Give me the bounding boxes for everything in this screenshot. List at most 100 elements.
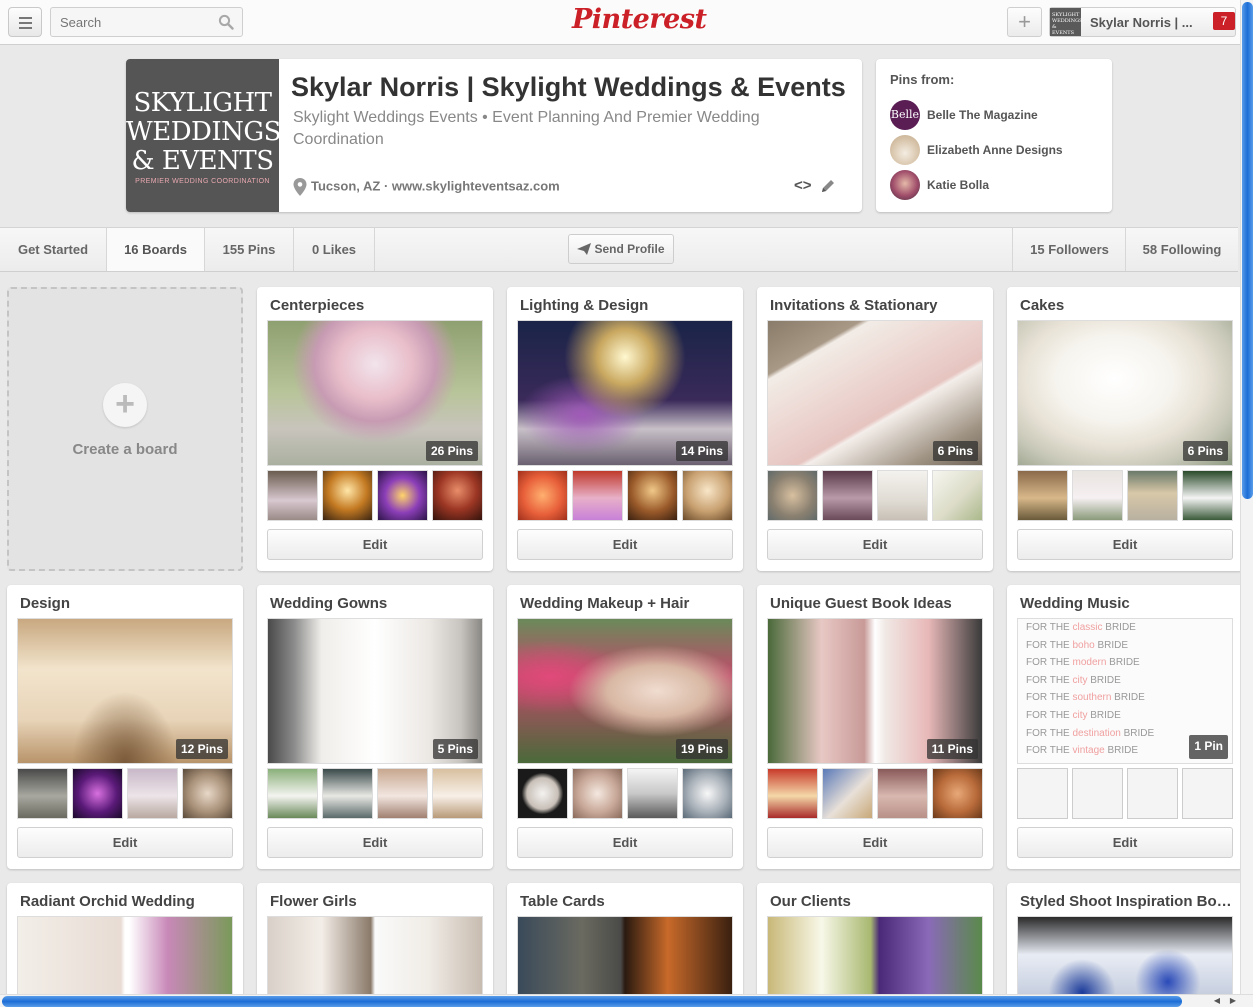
location-text[interactable]: Tucson, AZ · www.skylighteventsaz.com bbox=[311, 178, 560, 193]
send-profile-button[interactable]: Send Profile bbox=[568, 234, 674, 264]
pinterest-logo[interactable]: Pinterest bbox=[572, 4, 707, 35]
board-cover-image[interactable]: 26 Pins bbox=[267, 320, 483, 466]
board-title[interactable]: Invitations & Stationary bbox=[770, 297, 982, 314]
board-thumbnail[interactable] bbox=[517, 768, 568, 819]
edit-board-button[interactable]: Edit bbox=[517, 529, 733, 560]
board-card[interactable]: Table Cards bbox=[507, 883, 743, 1007]
board-title[interactable]: Radiant Orchid Wedding bbox=[20, 893, 232, 910]
board-card[interactable]: Unique Guest Book Ideas 11 Pins Edit bbox=[757, 585, 993, 869]
board-cover-image[interactable]: 12 Pins bbox=[17, 618, 233, 764]
edit-board-button[interactable]: Edit bbox=[17, 827, 233, 858]
board-thumbnail[interactable] bbox=[17, 768, 68, 819]
board-title[interactable]: Wedding Gowns bbox=[270, 595, 482, 612]
board-thumbnail[interactable] bbox=[432, 768, 483, 819]
board-title[interactable]: Wedding Makeup + Hair bbox=[520, 595, 732, 612]
board-thumbnail[interactable] bbox=[932, 768, 983, 819]
menu-button[interactable] bbox=[8, 7, 42, 37]
board-card[interactable]: Radiant Orchid Wedding bbox=[7, 883, 243, 1007]
board-thumbnail[interactable] bbox=[377, 470, 428, 521]
board-cover-image[interactable]: 6 Pins bbox=[767, 320, 983, 466]
tab-get-started[interactable]: Get Started bbox=[0, 228, 107, 271]
board-card[interactable]: Lighting & Design 14 Pins Edit bbox=[507, 287, 743, 571]
board-thumbnail[interactable] bbox=[627, 768, 678, 819]
edit-board-button[interactable]: Edit bbox=[767, 529, 983, 560]
board-card[interactable]: Invitations & Stationary 6 Pins Edit bbox=[757, 287, 993, 571]
board-thumbnail[interactable] bbox=[1017, 470, 1068, 521]
scroll-left-icon[interactable]: ◀ bbox=[1210, 995, 1224, 1007]
board-card[interactable]: Wedding Music FOR THE classic BRIDE FOR T… bbox=[1007, 585, 1243, 869]
board-thumbnail[interactable] bbox=[322, 470, 373, 521]
tab-followers[interactable]: 15 Followers bbox=[1012, 228, 1126, 271]
board-cover-image[interactable]: 6 Pins bbox=[1017, 320, 1233, 466]
edit-board-button[interactable]: Edit bbox=[767, 827, 983, 858]
board-thumbnail[interactable] bbox=[572, 470, 623, 521]
board-thumbnail[interactable] bbox=[432, 470, 483, 521]
board-thumbnail[interactable] bbox=[1072, 470, 1123, 521]
board-card[interactable]: Flower Girls bbox=[257, 883, 493, 1007]
board-thumbnail[interactable] bbox=[877, 470, 928, 521]
board-title[interactable]: Our Clients bbox=[770, 893, 982, 910]
scrollbar-thumb[interactable] bbox=[2, 996, 1182, 1007]
search-input[interactable] bbox=[51, 8, 211, 36]
tab-following[interactable]: 58 Following bbox=[1125, 228, 1238, 271]
board-title[interactable]: Table Cards bbox=[520, 893, 732, 910]
board-thumbnail[interactable] bbox=[1127, 470, 1178, 521]
board-thumbnail[interactable] bbox=[72, 768, 123, 819]
board-card[interactable]: Cakes 6 Pins Edit bbox=[1007, 287, 1243, 571]
board-thumbnail[interactable] bbox=[377, 768, 428, 819]
board-thumbnail[interactable] bbox=[822, 470, 873, 521]
board-cover-image[interactable]: 5 Pins bbox=[267, 618, 483, 764]
edit-board-button[interactable]: Edit bbox=[517, 827, 733, 858]
board-thumbnail[interactable] bbox=[267, 470, 318, 521]
create-board-tile[interactable]: + Create a board bbox=[7, 287, 243, 571]
board-thumbnail[interactable] bbox=[767, 768, 818, 819]
board-cover-image[interactable]: 19 Pins bbox=[517, 618, 733, 764]
board-title[interactable]: Wedding Music bbox=[1020, 595, 1232, 612]
board-title[interactable]: Flower Girls bbox=[270, 893, 482, 910]
board-card[interactable]: Centerpieces 26 Pins Edit bbox=[257, 287, 493, 571]
notification-badge[interactable]: 7 bbox=[1213, 12, 1235, 30]
edit-pencil-icon[interactable] bbox=[820, 179, 835, 194]
tab-boards[interactable]: 16 Boards bbox=[106, 228, 205, 271]
user-menu-button[interactable]: SKYLIGHT WEDDINGS & EVENTS Skylar Norris… bbox=[1049, 7, 1236, 37]
board-thumbnail[interactable] bbox=[1182, 470, 1233, 521]
edit-board-button[interactable]: Edit bbox=[1017, 529, 1233, 560]
horizontal-scrollbar[interactable]: ◀ ▶ bbox=[0, 994, 1253, 1007]
board-cover-image[interactable]: 11 Pins bbox=[767, 618, 983, 764]
embed-code-icon[interactable]: <> bbox=[794, 177, 812, 194]
board-thumbnail[interactable] bbox=[517, 470, 568, 521]
board-card[interactable]: Our Clients bbox=[757, 883, 993, 1007]
board-title[interactable]: Centerpieces bbox=[270, 297, 482, 314]
board-thumbnail[interactable] bbox=[182, 768, 233, 819]
board-title[interactable]: Unique Guest Book Ideas bbox=[770, 595, 982, 612]
tab-pins[interactable]: 155 Pins bbox=[205, 228, 294, 271]
board-thumbnail[interactable] bbox=[572, 768, 623, 819]
board-card[interactable]: Wedding Makeup + Hair 19 Pins Edit bbox=[507, 585, 743, 869]
board-cover-image[interactable]: 14 Pins bbox=[517, 320, 733, 466]
board-thumbnail[interactable] bbox=[877, 768, 928, 819]
board-thumbnail[interactable] bbox=[822, 768, 873, 819]
scroll-right-icon[interactable]: ▶ bbox=[1226, 995, 1240, 1007]
scrollbar-thumb[interactable] bbox=[1242, 2, 1253, 499]
board-thumbnail[interactable] bbox=[682, 470, 733, 521]
board-thumbnail[interactable] bbox=[627, 470, 678, 521]
board-cover-image[interactable]: FOR THE classic BRIDE FOR THE boho BRIDE F… bbox=[1017, 618, 1233, 764]
board-title[interactable]: Styled Shoot Inspiration Boa... bbox=[1020, 893, 1232, 910]
board-thumbnail[interactable] bbox=[932, 470, 983, 521]
add-pin-button[interactable]: + bbox=[1007, 7, 1042, 37]
tab-likes[interactable]: 0 Likes bbox=[294, 228, 375, 271]
board-card[interactable]: Wedding Gowns 5 Pins Edit bbox=[257, 585, 493, 869]
board-title[interactable]: Design bbox=[20, 595, 232, 612]
edit-board-button[interactable]: Edit bbox=[1017, 827, 1233, 858]
board-thumbnail[interactable] bbox=[682, 768, 733, 819]
board-thumbnail[interactable] bbox=[127, 768, 178, 819]
board-thumbnail[interactable] bbox=[767, 470, 818, 521]
vertical-scrollbar[interactable] bbox=[1240, 0, 1253, 994]
search-icon[interactable] bbox=[218, 14, 234, 30]
board-title[interactable]: Cakes bbox=[1020, 297, 1232, 314]
edit-board-button[interactable]: Edit bbox=[267, 827, 483, 858]
board-card[interactable]: Design 12 Pins Edit bbox=[7, 585, 243, 869]
board-card[interactable]: Styled Shoot Inspiration Boa... bbox=[1007, 883, 1243, 1007]
board-thumbnail[interactable] bbox=[267, 768, 318, 819]
edit-board-button[interactable]: Edit bbox=[267, 529, 483, 560]
